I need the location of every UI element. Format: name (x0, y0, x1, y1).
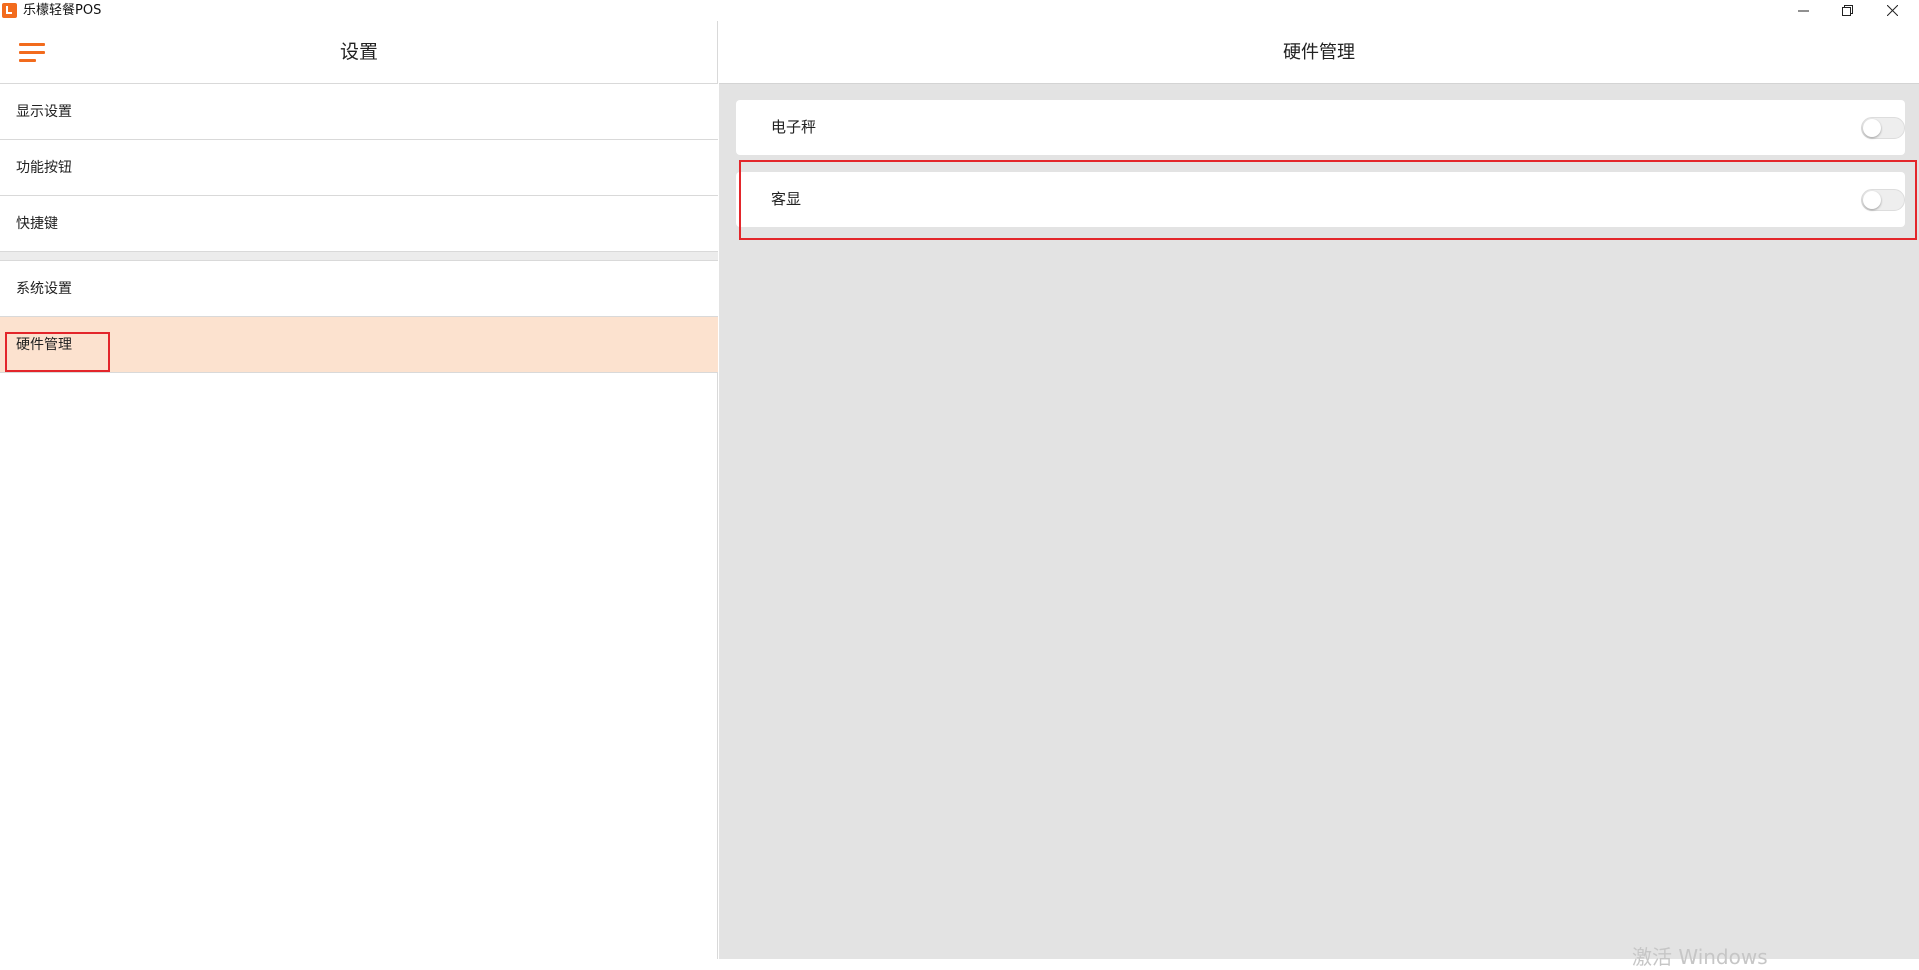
scale-toggle[interactable] (1861, 117, 1905, 139)
sidebar-item-display-settings[interactable]: 显示设置 (0, 84, 718, 140)
sidebar-item-shortcuts[interactable]: 快捷键 (0, 196, 718, 252)
sidebar-item-label: 硬件管理 (16, 337, 72, 353)
setting-row-scale: 电子秤 (736, 100, 1905, 155)
sidebar-item-hardware-management[interactable]: 硬件管理 (0, 317, 718, 373)
setting-label: 客显 (771, 190, 802, 208)
page-title: 硬件管理 (1283, 42, 1355, 63)
close-button[interactable] (1870, 0, 1914, 21)
settings-sidebar: 设置 显示设置 功能按钮 快捷键 系统设置 硬件管理 (0, 21, 718, 959)
sidebar-item-label: 显示设置 (16, 104, 72, 120)
sidebar-header: 设置 (0, 21, 718, 84)
activate-windows-watermark: 激活 Windows (1632, 945, 1768, 969)
minimize-icon (1797, 10, 1809, 12)
sidebar-item-system-settings[interactable]: 系统设置 (0, 261, 718, 317)
setting-label: 电子秤 (771, 118, 817, 136)
minimize-button[interactable] (1781, 0, 1825, 21)
sidebar-title: 设置 (339, 41, 378, 63)
window-title: 乐檬轻餐POS (23, 3, 102, 18)
sidebar-item-label: 快捷键 (16, 216, 58, 232)
toggle-knob (1863, 191, 1881, 209)
restore-button[interactable] (1825, 0, 1869, 21)
sidebar-item-function-buttons[interactable]: 功能按钮 (0, 140, 718, 196)
hamburger-menu-icon[interactable] (19, 43, 45, 62)
title-bar: 乐檬轻餐POS (0, 0, 1919, 21)
sidebar-item-label: 功能按钮 (16, 160, 72, 176)
sidebar-section-divider (0, 252, 718, 261)
close-icon (1886, 5, 1898, 16)
app-logo-icon (2, 3, 17, 18)
sidebar-item-label: 系统设置 (16, 281, 72, 297)
content-header: 硬件管理 (719, 21, 1919, 84)
hardware-management-panel: 硬件管理 电子秤 客显 (719, 21, 1919, 959)
setting-row-customer-display: 客显 (736, 172, 1905, 227)
toggle-knob (1863, 119, 1881, 137)
restore-icon (1841, 5, 1853, 16)
customer-display-toggle[interactable] (1861, 189, 1905, 211)
